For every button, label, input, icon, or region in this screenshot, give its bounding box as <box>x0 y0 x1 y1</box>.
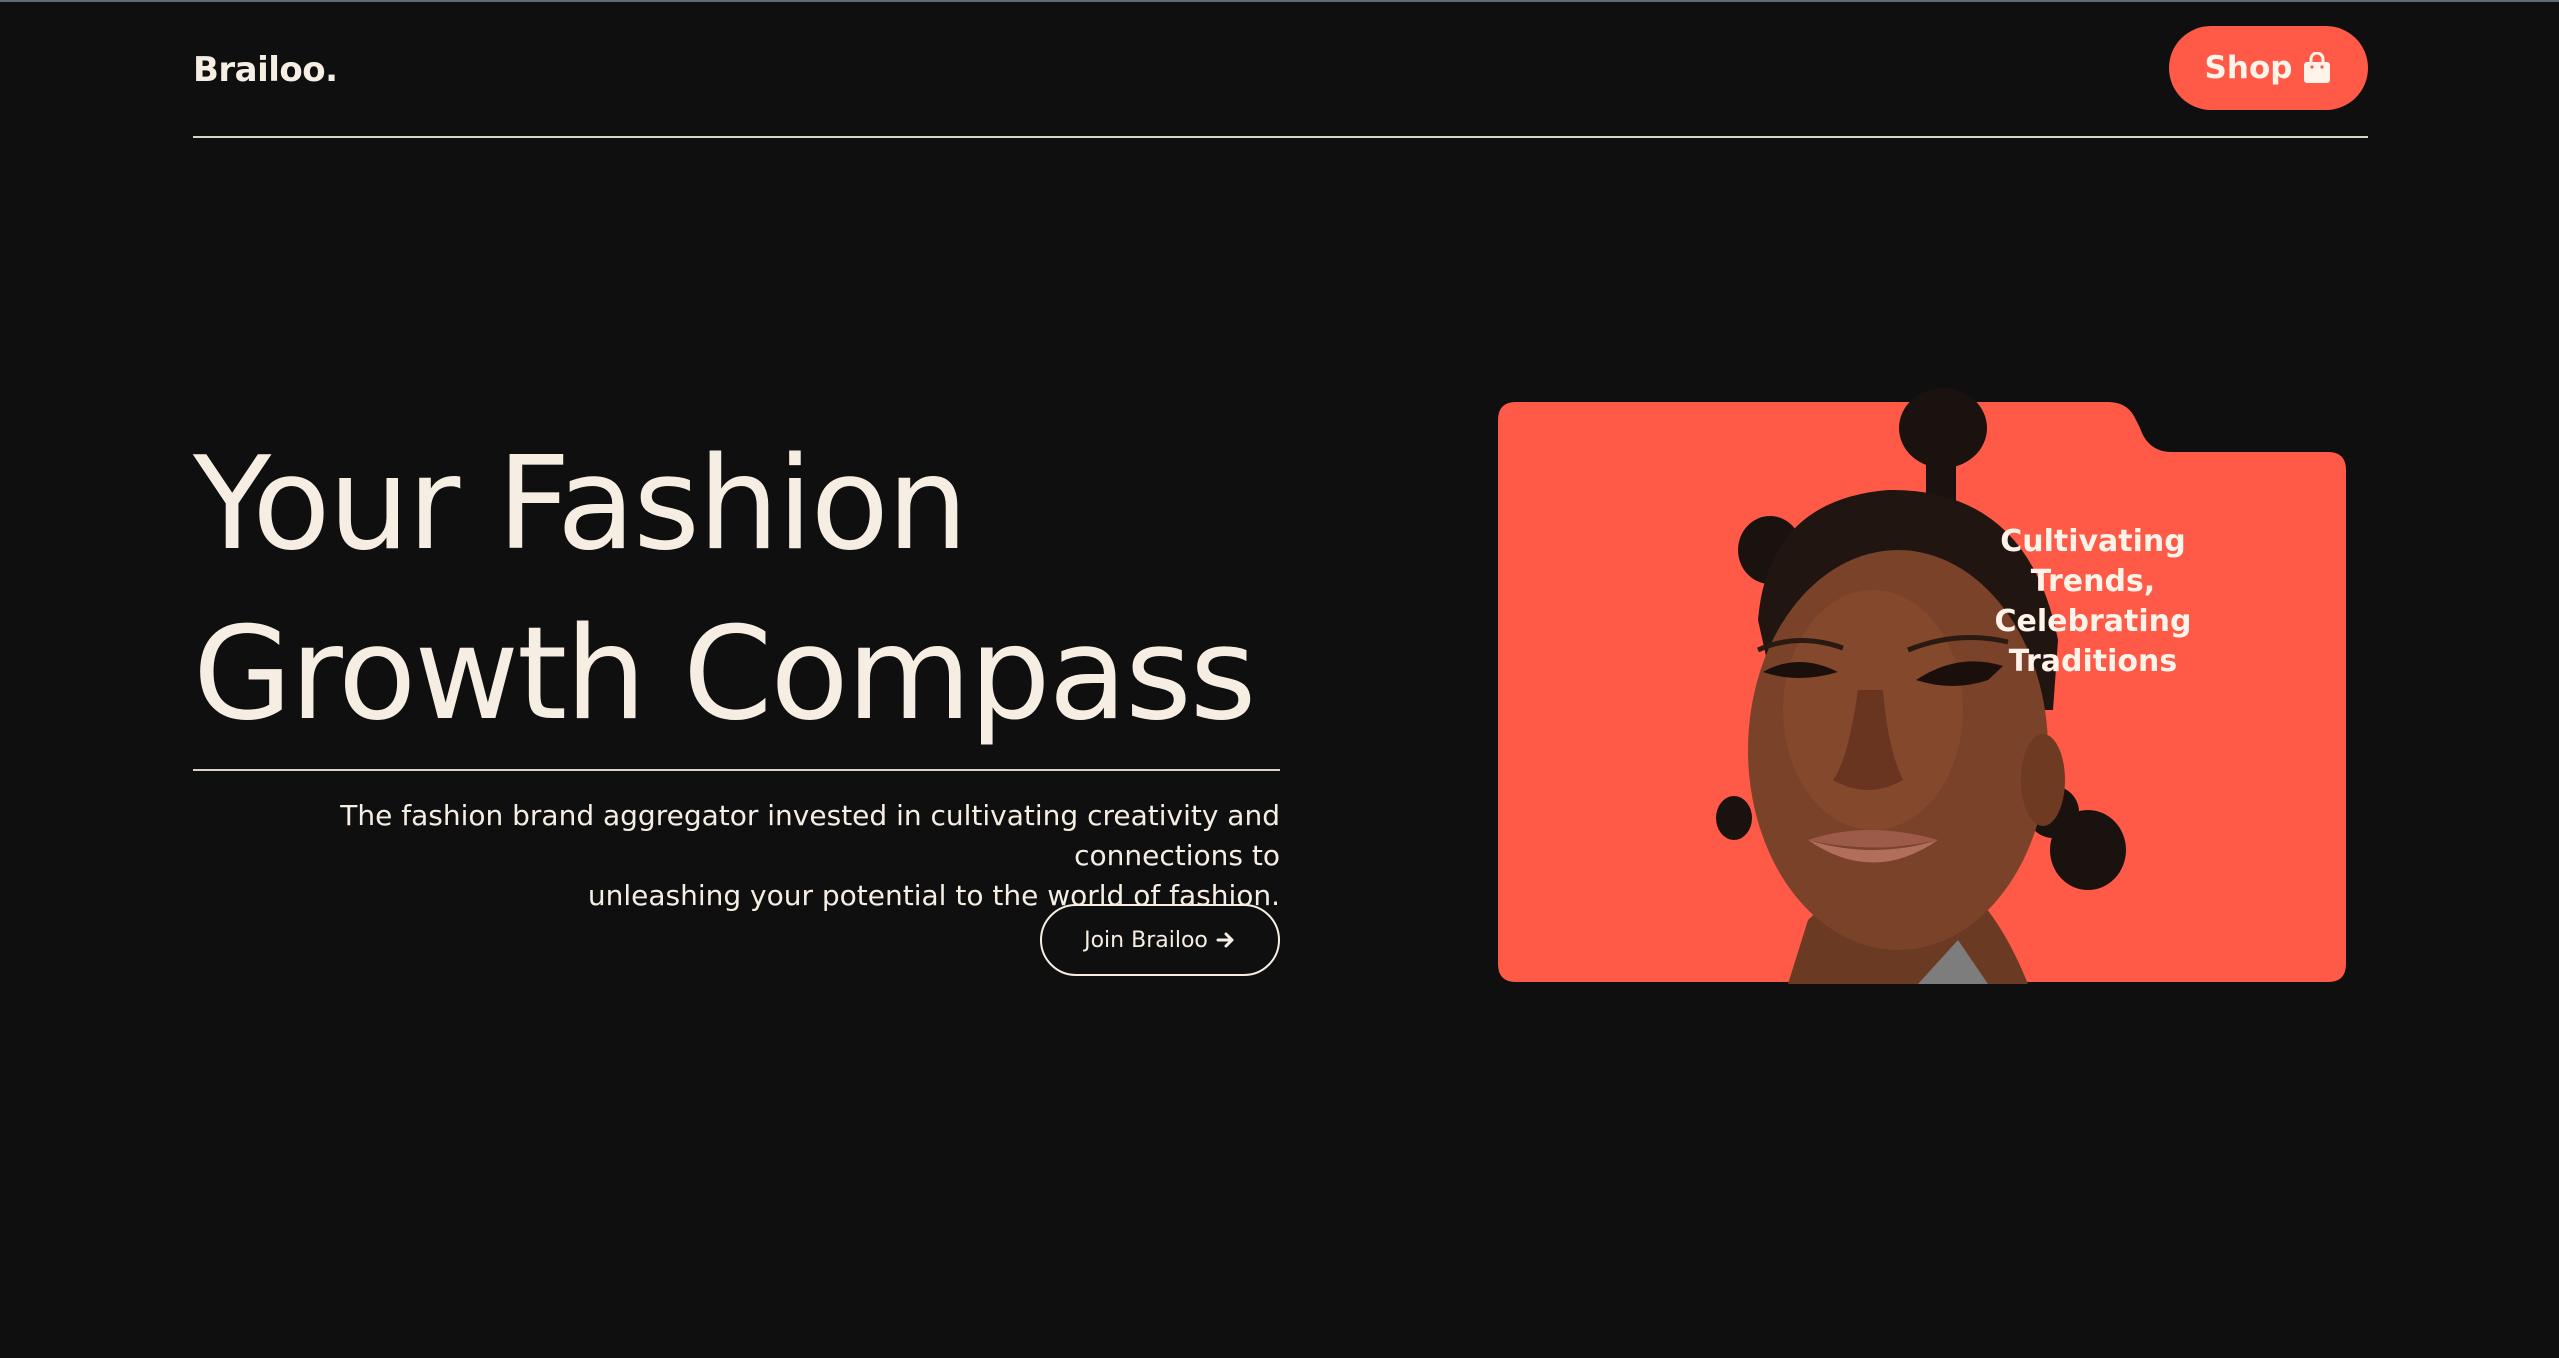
card-caption: Cultivating Trends, Celebrating Traditio… <box>1978 522 2208 682</box>
arrow-right-icon <box>1216 932 1234 948</box>
join-button-label: Join Brailoo <box>1084 927 1208 953</box>
hero-title-line-1: Your Fashion <box>193 430 968 579</box>
hero-description: The fashion brand aggregator invested in… <box>193 796 1280 916</box>
card-caption-line-2: Trends, <box>2030 564 2156 599</box>
brand-logo[interactable]: Brailoo. <box>193 50 338 90</box>
site-header: Brailoo. Shop <box>193 26 2368 138</box>
shop-button[interactable]: Shop <box>2169 26 2368 110</box>
hero-title-line-2: Growth Compass <box>193 600 1256 749</box>
model-portrait-image <box>1716 388 2126 984</box>
shopping-bag-icon <box>2304 52 2331 83</box>
hero-image-card: Cultivating Trends, Celebrating Traditio… <box>1498 380 2346 984</box>
landing-page: Brailoo. Shop Your Fashion Growth Compas… <box>0 0 2559 1358</box>
shop-button-label: Shop <box>2204 50 2293 86</box>
hero-title: Your Fashion Growth Compass <box>193 420 1293 760</box>
join-button[interactable]: Join Brailoo <box>1040 904 1280 976</box>
card-caption-line-1: Cultivating <box>2000 524 2186 559</box>
hero-divider <box>193 769 1280 771</box>
card-caption-line-3: Celebrating <box>1994 604 2192 639</box>
card-caption-line-4: Traditions <box>2008 644 2178 679</box>
hero-description-line-1: The fashion brand aggregator invested in… <box>340 799 1280 872</box>
header-divider <box>193 136 2368 138</box>
